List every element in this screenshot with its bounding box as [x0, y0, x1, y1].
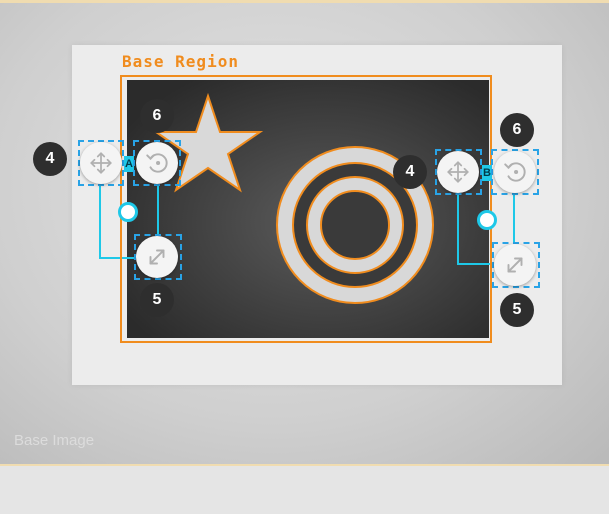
- region-label: Base Region: [122, 52, 239, 71]
- base-region-box[interactable]: [120, 75, 492, 343]
- move-handle-b[interactable]: [437, 151, 479, 193]
- move-handle-a[interactable]: [80, 142, 122, 184]
- rotate-icon: [146, 153, 168, 173]
- bottom-toolbar: [0, 464, 609, 514]
- rotate-handle-a[interactable]: [136, 142, 178, 184]
- base-image-label: Base Image: [14, 432, 95, 449]
- badge-rotate-a: 6: [140, 99, 174, 133]
- resize-diagonal-icon: [149, 249, 165, 265]
- badge-move-b: 4: [393, 155, 427, 189]
- badge-resize-a: 5: [140, 283, 174, 317]
- resize-diagonal-icon: [507, 257, 523, 273]
- resize-handle-a[interactable]: [136, 236, 178, 278]
- anchor-point-a[interactable]: [118, 202, 138, 222]
- badge-rotate-b: 6: [500, 113, 534, 147]
- move-arrows-icon: [90, 152, 112, 174]
- anchor-point-b[interactable]: [477, 210, 497, 230]
- move-arrows-icon: [447, 161, 469, 183]
- badge-move-a: 4: [33, 142, 67, 176]
- rotate-icon: [504, 162, 526, 182]
- badge-resize-b: 5: [500, 293, 534, 327]
- rotate-handle-b[interactable]: [494, 151, 536, 193]
- resize-handle-b[interactable]: [494, 244, 536, 286]
